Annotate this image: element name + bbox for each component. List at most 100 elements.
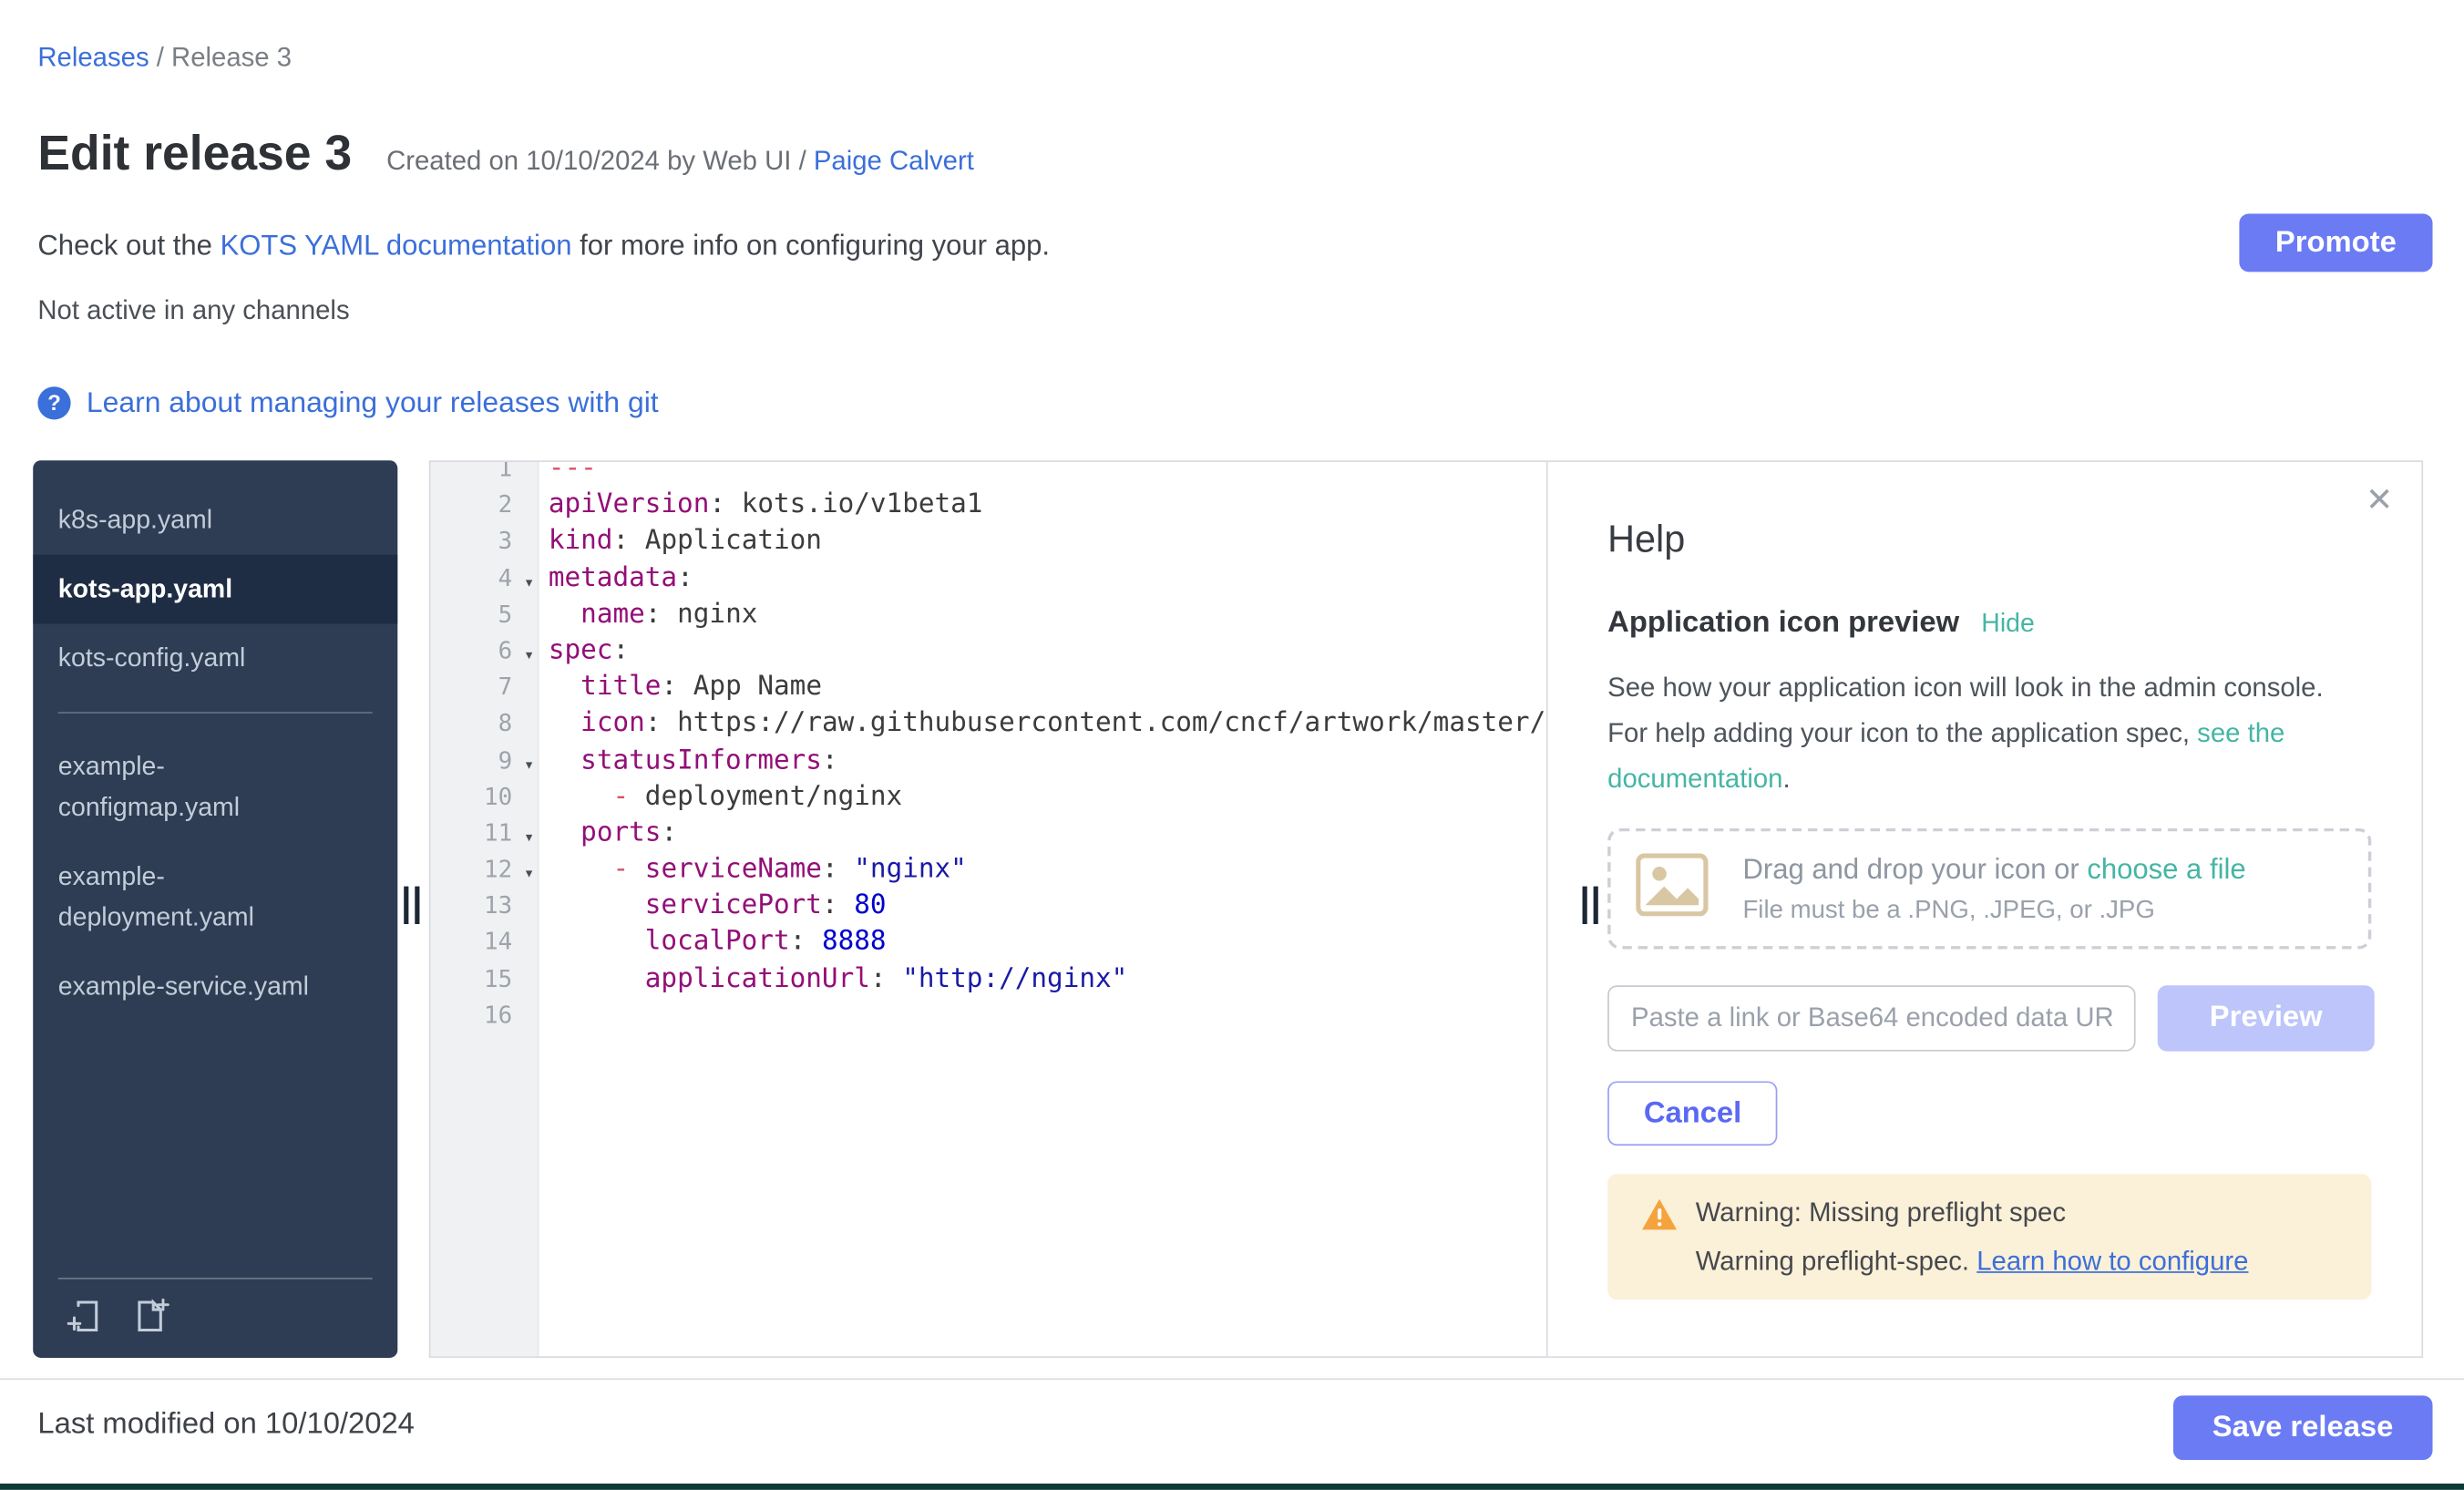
file-item[interactable]: example-service.yaml (33, 952, 397, 1022)
fold-arrow-icon[interactable]: ▾ (524, 636, 534, 673)
author-link[interactable]: Paige Calvert (814, 146, 974, 176)
code-row[interactable]: 16 (431, 998, 1546, 1034)
line-number: 8 (431, 706, 538, 743)
file-item[interactable]: example-configmap.yaml (33, 733, 397, 843)
fold-arrow-icon[interactable]: ▾ (524, 563, 534, 600)
created-text: Created on 10/10/2024 by Web UI / (386, 146, 814, 176)
code-row[interactable]: 11▾ ports: (431, 816, 1546, 852)
code-row[interactable]: 8 icon: https://raw.githubusercontent.co… (431, 706, 1546, 743)
code-text: apiVersion: kots.io/v1beta1 (538, 488, 983, 524)
new-file-icon[interactable] (132, 1297, 171, 1336)
preview-button[interactable]: Preview (2158, 985, 2375, 1051)
file-sidebar: k8s-app.yamlkots-app.yamlkots-config.yam… (33, 460, 397, 1358)
learn-configure-link[interactable]: Learn how to configure (1976, 1247, 2248, 1277)
title-row: Edit release 3 Created on 10/10/2024 by … (37, 126, 973, 182)
breadcrumb: Releases / Release 3 (37, 43, 292, 74)
dropzone-hint: File must be a .PNG, .JPEG, or .JPG (1742, 897, 2245, 925)
image-placeholder-icon (1636, 853, 1708, 924)
warning-text: Warning: Missing preflight spec Warning … (1696, 1197, 2249, 1300)
code-text: servicePort: 80 (538, 889, 887, 925)
page-title: Edit release 3 (37, 126, 352, 182)
line-number: 15 (431, 961, 538, 998)
last-modified: Last modified on 10/10/2024 (37, 1408, 415, 1443)
code-row[interactable]: 3kind: Application (431, 524, 1546, 560)
doc-row: Check out the KOTS YAML documentation fo… (37, 230, 1050, 262)
dropzone-text: Drag and drop your icon or choose a file… (1742, 853, 2245, 925)
code-row[interactable]: 14 localPort: 8888 (431, 925, 1546, 961)
code-row[interactable]: 9▾ statusInformers: (431, 743, 1546, 779)
yaml-editor[interactable]: 1---2apiVersion: kots.io/v1beta13kind: A… (431, 462, 1546, 1356)
icon-dropzone[interactable]: Drag and drop your icon or choose a file… (1607, 828, 2371, 950)
file-item[interactable]: k8s-app.yaml (33, 486, 397, 555)
close-icon[interactable]: ✕ (2366, 484, 2393, 517)
line-number: 10 (431, 779, 538, 816)
code-row[interactable]: 6▾spec: (431, 633, 1546, 670)
help-title: Help (1607, 519, 1685, 562)
line-number: 3 (431, 524, 538, 560)
fold-arrow-icon[interactable]: ▾ (524, 745, 534, 782)
line-number: 16 (431, 998, 538, 1034)
footer-divider (0, 1378, 2464, 1380)
line-number: 2 (431, 488, 538, 524)
line-number: 5 (431, 597, 538, 633)
line-number: 1 (431, 462, 538, 488)
line-number: 7 (431, 670, 538, 706)
help-panel-resize-handle[interactable] (1583, 887, 1603, 924)
upload-file-icon[interactable] (65, 1297, 104, 1336)
code-row[interactable]: 5 name: nginx (431, 597, 1546, 633)
sidebar-footer (58, 1278, 373, 1358)
channel-status: Not active in any channels (37, 295, 349, 326)
warning-box: Warning: Missing preflight spec Warning … (1607, 1174, 2371, 1300)
code-row[interactable]: 1--- (431, 462, 1546, 488)
code-row[interactable]: 2apiVersion: kots.io/v1beta1 (431, 488, 1546, 524)
code-row[interactable]: 12▾ - serviceName: "nginx" (431, 852, 1546, 889)
breadcrumb-separator: / (149, 43, 171, 73)
git-help-link[interactable]: Learn about managing your releases with … (87, 385, 659, 419)
code-text: title: App Name (538, 670, 822, 706)
code-text: --- (538, 462, 597, 488)
icon-url-input[interactable] (1607, 985, 2135, 1051)
save-release-button[interactable]: Save release (2173, 1395, 2433, 1460)
warning-icon (1640, 1197, 1678, 1300)
page: Releases / Release 3 Edit release 3 Crea… (0, 0, 2464, 1490)
code-row[interactable]: 7 title: App Name (431, 670, 1546, 706)
breadcrumb-releases-link[interactable]: Releases (37, 43, 149, 73)
choose-file-link[interactable]: choose a file (2087, 853, 2245, 884)
fold-arrow-icon[interactable]: ▾ (524, 855, 534, 891)
code-row[interactable]: 10 - deployment/nginx (431, 779, 1546, 816)
line-number: 12▾ (431, 852, 538, 889)
code-text: localPort: 8888 (538, 925, 887, 961)
code-text (538, 998, 549, 1034)
file-list: k8s-app.yamlkots-app.yamlkots-config.yam… (33, 460, 397, 1022)
code-lines: 1---2apiVersion: kots.io/v1beta13kind: A… (431, 462, 1546, 1034)
kots-yaml-doc-link[interactable]: KOTS YAML documentation (221, 230, 572, 261)
line-number: 13 (431, 889, 538, 925)
code-text: icon: https://raw.githubusercontent.com/… (538, 706, 1545, 743)
file-item[interactable]: kots-config.yaml (33, 624, 397, 694)
doc-prefix: Check out the (37, 230, 220, 261)
line-number: 14 (431, 925, 538, 961)
fold-arrow-icon[interactable]: ▾ (524, 818, 534, 855)
cancel-button[interactable]: Cancel (1607, 1081, 1778, 1146)
code-row[interactable]: 13 servicePort: 80 (431, 889, 1546, 925)
doc-suffix: for more info on configuring your app. (571, 230, 1050, 261)
dropzone-label: Drag and drop your icon or (1742, 853, 2087, 884)
code-row[interactable]: 15 applicationUrl: "http://nginx" (431, 961, 1546, 998)
code-text: name: nginx (538, 597, 758, 633)
question-circle-icon[interactable]: ? (37, 385, 70, 418)
code-text: metadata: (538, 560, 693, 597)
editor-box: 1---2apiVersion: kots.io/v1beta13kind: A… (429, 460, 2423, 1358)
git-help-row: ? Learn about managing your releases wit… (37, 385, 658, 419)
hide-link[interactable]: Hide (1981, 610, 2035, 640)
warning-detail-text: Warning preflight-spec. (1696, 1247, 1976, 1277)
code-text: applicationUrl: "http://nginx" (538, 961, 1128, 998)
code-row[interactable]: 4▾metadata: (431, 560, 1546, 597)
code-text: kind: Application (538, 524, 822, 560)
warning-detail: Warning preflight-spec. Learn how to con… (1696, 1247, 2249, 1278)
file-item[interactable]: example-deployment.yaml (33, 842, 397, 952)
code-text: - serviceName: "nginx" (538, 852, 967, 889)
created-info: Created on 10/10/2024 by Web UI / Paige … (386, 146, 974, 177)
file-item[interactable]: kots-app.yaml (33, 555, 397, 624)
sidebar-resize-handle[interactable] (404, 887, 424, 924)
promote-button[interactable]: Promote (2239, 214, 2432, 272)
